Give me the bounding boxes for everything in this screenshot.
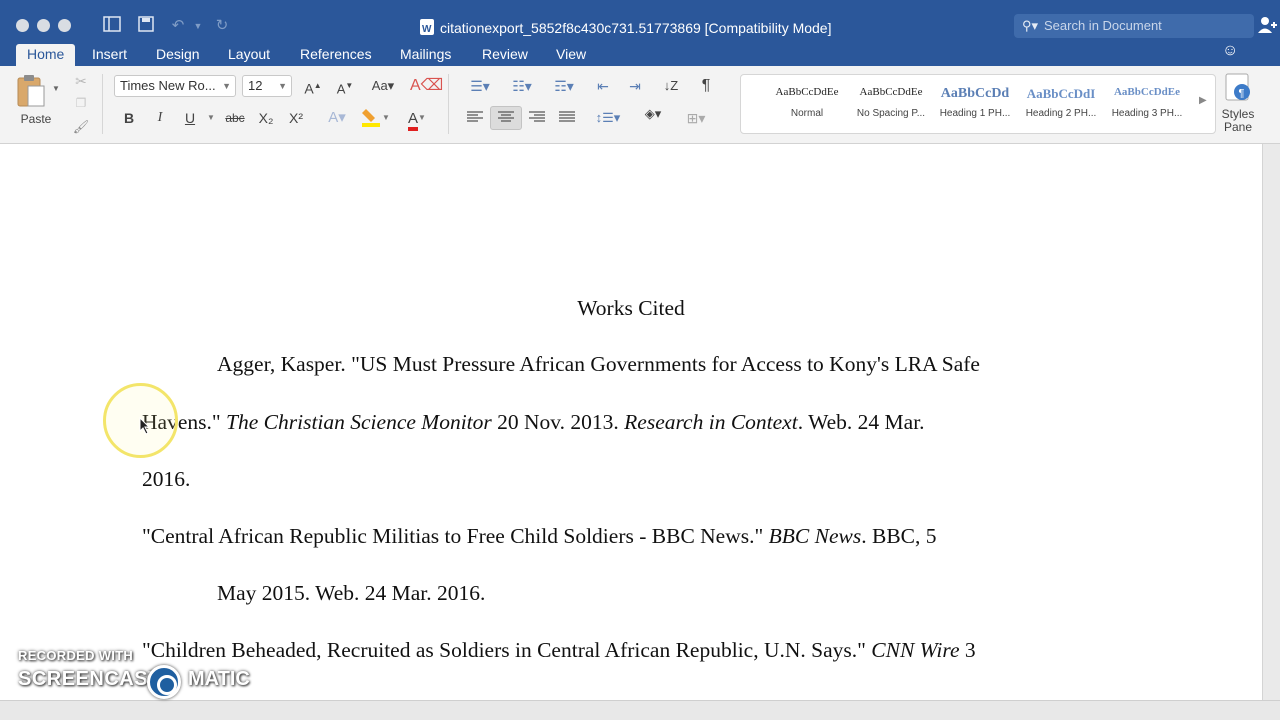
borders-icon[interactable]: ⊞▾	[676, 107, 716, 129]
font-size-combo[interactable]: 12 ▼	[242, 75, 292, 97]
tab-home[interactable]: Home	[16, 44, 76, 66]
mouse-pointer-icon	[139, 417, 151, 435]
subscript-button[interactable]: X₂	[254, 107, 278, 129]
citation-1-line-3: 2016.	[142, 467, 191, 491]
shading-icon[interactable]: ◈▾	[636, 103, 670, 125]
chevron-down-icon: ▼	[222, 81, 231, 91]
numbering-icon[interactable]: ☷▾	[504, 75, 540, 97]
status-bar	[0, 700, 1280, 720]
bold-button[interactable]: B	[118, 107, 140, 129]
close-window-button[interactable]	[16, 19, 29, 32]
share-person-icon[interactable]	[1258, 16, 1278, 36]
change-case-icon[interactable]: Aa▾	[368, 75, 398, 97]
tab-design[interactable]: Design	[156, 44, 200, 66]
citation-1-line-2: Havens." The Christian Science Monitor 2…	[142, 410, 925, 434]
redo-icon[interactable]: ↻	[212, 16, 232, 36]
document-title: citationexport_5852f8c430c731.51773869 […	[420, 18, 832, 40]
citation-3-line-1: "Children Beheaded, Recruited as Soldier…	[142, 638, 976, 662]
ribbon-separator	[102, 74, 103, 134]
search-document-input[interactable]: ⚲▾ Search in Document	[1014, 14, 1254, 38]
undo-icon[interactable]: ↶	[168, 16, 188, 36]
copy-icon[interactable]: ❐	[72, 92, 90, 114]
citation-1-line-1: Agger, Kasper. "US Must Pressure African…	[217, 352, 980, 376]
style-no-spacing[interactable]: AaBbCcDdEe No Spacing P...	[853, 79, 929, 129]
citation-2-line-2: May 2015. Web. 24 Mar. 2016.	[217, 581, 486, 605]
word-document-icon	[420, 19, 434, 40]
align-center-icon[interactable]	[490, 106, 522, 130]
watermark-recorded-with: RECORDED WITH	[18, 648, 134, 663]
word-window: ↶ ▼ ↻ citationexport_5852f8c430c731.5177…	[0, 0, 1280, 720]
show-formatting-marks-icon[interactable]: ¶	[694, 75, 718, 97]
bullets-icon[interactable]: ☰▾	[462, 75, 498, 97]
paste-label: Paste	[20, 112, 52, 126]
search-icon: ⚲▾	[1022, 18, 1039, 33]
gallery-next-arrow-icon[interactable]: ▶	[1199, 95, 1207, 106]
paste-dropdown-icon[interactable]: ▼	[52, 84, 60, 93]
style-heading-1[interactable]: AaBbCcDd Heading 1 PH...	[937, 79, 1013, 129]
font-name-combo[interactable]: Times New Ro... ▼	[114, 75, 236, 97]
increase-indent-icon[interactable]: ⇥	[622, 75, 648, 97]
zoom-window-button[interactable]	[58, 19, 71, 32]
citation-2-line-1: "Central African Republic Militias to Fr…	[142, 524, 937, 548]
works-cited-heading: Works Cited	[577, 296, 685, 320]
chevron-down-icon: ▼	[278, 81, 287, 91]
underline-dropdown-icon[interactable]: ▼	[205, 107, 217, 129]
font-color-icon: A	[408, 111, 419, 131]
styles-gallery: AaBbCcDdEe Normal AaBbCcDdEe No Spacing …	[740, 74, 1216, 134]
style-heading-3[interactable]: AaBbCcDdEe Heading 3 PH...	[1109, 79, 1185, 129]
watermark-screencast: SCREENCAST	[18, 668, 161, 690]
tab-review[interactable]: Review	[482, 44, 528, 66]
home-ribbon: ▼ Paste ✂ ❐ 🖌 Times New Ro... ▼ 12 ▼ A▲ A▼…	[0, 66, 1280, 144]
styles-pane-button[interactable]: ¶ Styles Pane	[1218, 70, 1258, 140]
italic-button[interactable]: I	[150, 107, 170, 129]
multilevel-list-icon[interactable]: ☶▾	[546, 75, 582, 97]
style-normal[interactable]: AaBbCcDdEe Normal	[769, 79, 845, 129]
tab-view[interactable]: View	[556, 44, 586, 66]
tab-insert[interactable]: Insert	[92, 44, 127, 66]
feedback-smiley-icon[interactable]: ☺▾	[1222, 42, 1246, 79]
shrink-font-icon[interactable]: A▼	[332, 75, 358, 97]
cut-icon[interactable]: ✂	[72, 70, 90, 92]
watermark-matic: MATIC	[188, 668, 250, 690]
line-spacing-icon[interactable]: ↕☰▾	[590, 107, 626, 129]
ribbon-separator	[448, 74, 449, 134]
styles-pane-icon: ¶	[1225, 73, 1250, 101]
highlight-color-button[interactable]: ▼	[358, 107, 392, 129]
justify-icon[interactable]	[554, 107, 580, 129]
sidebar-toggle-icon[interactable]	[102, 16, 122, 36]
grow-font-icon[interactable]: A▲	[300, 75, 326, 97]
align-right-icon[interactable]	[524, 107, 550, 129]
vertical-scrollbar[interactable]	[1262, 144, 1280, 700]
title-bar: ↶ ▼ ↻ citationexport_5852f8c430c731.5177…	[0, 0, 1280, 79]
tab-references[interactable]: References	[300, 44, 372, 66]
strikethrough-button[interactable]: abc	[222, 107, 248, 129]
format-painter-icon[interactable]: 🖌	[72, 116, 90, 138]
clear-formatting-icon[interactable]: A⌫	[410, 75, 443, 97]
tab-layout[interactable]: Layout	[228, 44, 270, 66]
highlighter-icon	[362, 109, 381, 127]
document-canvas[interactable]: Works Cited Agger, Kasper. "US Must Pres…	[0, 144, 1280, 700]
align-left-icon[interactable]	[462, 107, 488, 129]
clipboard-icon	[17, 75, 45, 107]
font-color-button[interactable]: A▼	[400, 107, 434, 131]
minimize-window-button[interactable]	[37, 19, 50, 32]
sort-icon[interactable]: ↓Z	[658, 75, 684, 97]
save-icon[interactable]	[136, 16, 156, 36]
style-heading-2[interactable]: AaBbCcDdI Heading 2 PH...	[1023, 79, 1099, 129]
tab-mailings[interactable]: Mailings	[400, 44, 451, 66]
paste-button[interactable]: ▼ Paste	[14, 72, 60, 132]
text-effects-icon[interactable]: A▾	[322, 107, 352, 129]
decrease-indent-icon[interactable]: ⇤	[590, 75, 616, 97]
underline-button[interactable]: U	[180, 107, 200, 129]
superscript-button[interactable]: X²	[284, 107, 308, 129]
screencast-logo-icon	[147, 665, 181, 699]
undo-dropdown-icon[interactable]: ▼	[188, 16, 208, 36]
svg-text:¶: ¶	[1239, 88, 1245, 100]
